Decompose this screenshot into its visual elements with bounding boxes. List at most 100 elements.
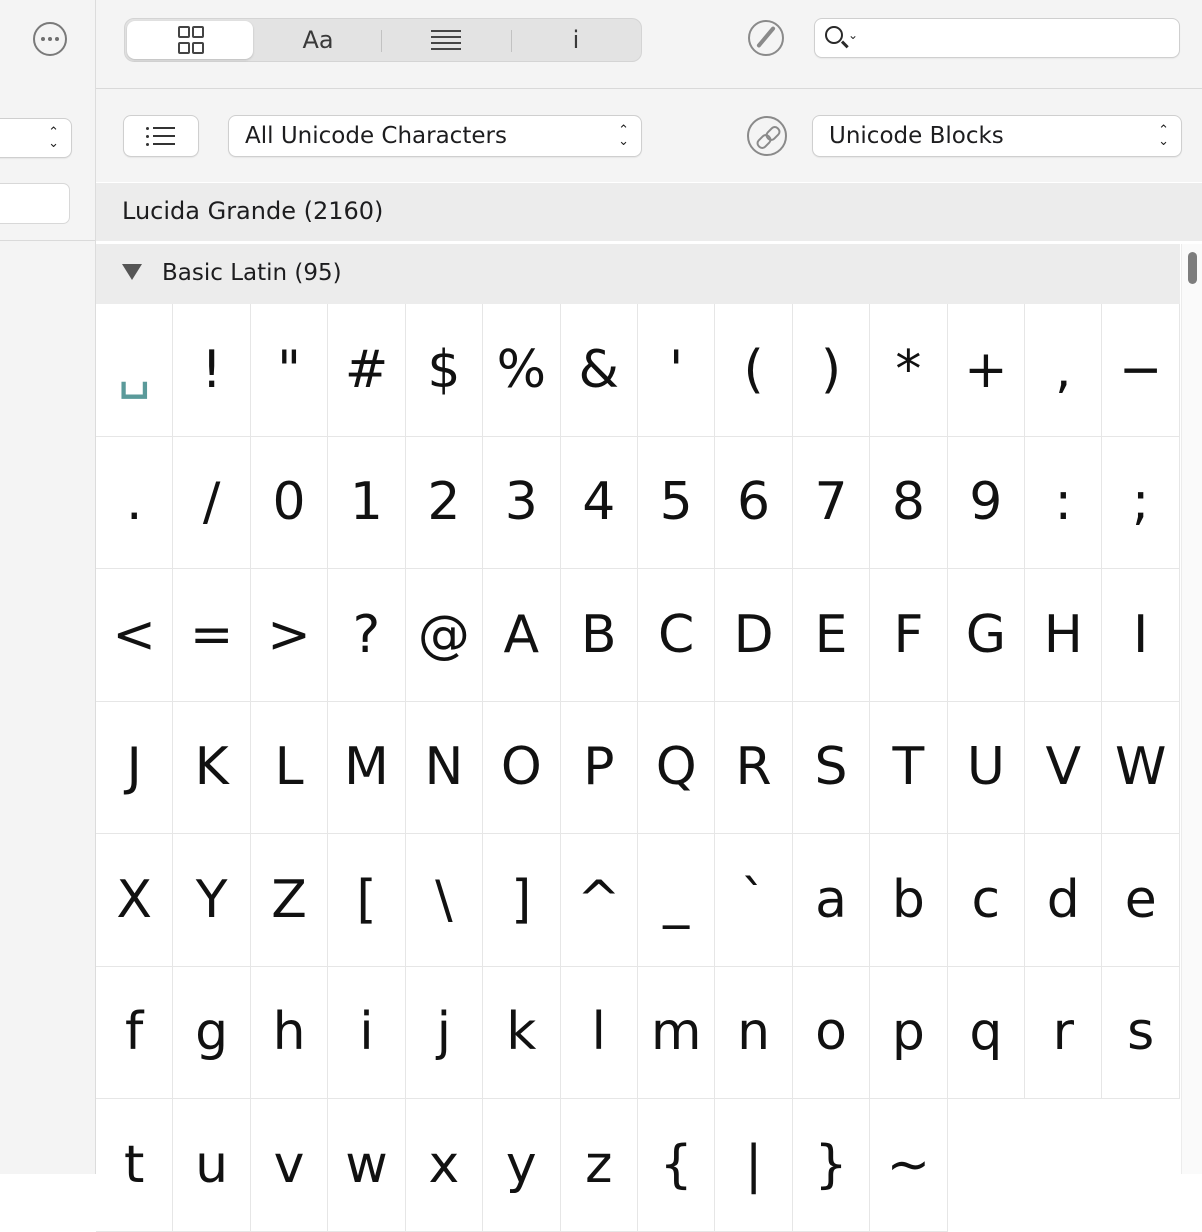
glyph-cell[interactable]: u: [173, 1099, 251, 1232]
glyph-cell[interactable]: 9: [947, 436, 1026, 569]
glyph-cell[interactable]: B: [560, 569, 638, 702]
glyph-cell[interactable]: ?: [328, 569, 406, 702]
glyph-cell[interactable]: ": [250, 304, 329, 437]
glyph-cell[interactable]: U: [947, 701, 1026, 834]
glyph-cell[interactable]: v: [250, 1099, 329, 1232]
glyph-cell[interactable]: 3: [483, 436, 561, 569]
glyph-cell[interactable]: q: [947, 966, 1026, 1099]
glyph-cell[interactable]: S: [792, 701, 871, 834]
glyph-cell[interactable]: ': [637, 304, 716, 437]
glyph-cell[interactable]: Y: [173, 834, 251, 967]
segment-info[interactable]: i: [513, 21, 639, 59]
glyph-cell[interactable]: @: [405, 569, 484, 702]
glyph-cell[interactable]: l: [560, 966, 638, 1099]
glyph-cell[interactable]: n: [715, 966, 793, 1099]
glyph-cell[interactable]: W: [1102, 701, 1180, 834]
glyph-cell[interactable]: j: [405, 966, 484, 1099]
glyph-cell[interactable]: h: [250, 966, 329, 1099]
glyph-cell[interactable]: 6: [715, 436, 793, 569]
glyph-cell[interactable]: a: [792, 834, 871, 967]
glyph-cell[interactable]: ␣: [96, 304, 174, 437]
vertical-scrollbar[interactable]: [1181, 244, 1202, 1174]
glyph-cell[interactable]: s: [1102, 966, 1180, 1099]
glyph-cell[interactable]: :: [1025, 436, 1103, 569]
glyph-cell[interactable]: ,: [1025, 304, 1103, 437]
glyph-cell[interactable]: >: [250, 569, 329, 702]
glyph-cell[interactable]: T: [870, 701, 948, 834]
glyph-cell[interactable]: 8: [870, 436, 948, 569]
glyph-cell[interactable]: t: [96, 1099, 174, 1232]
link-circle-icon[interactable]: [747, 116, 787, 156]
glyph-cell[interactable]: ~: [870, 1099, 948, 1232]
glyph-cell[interactable]: M: [328, 701, 406, 834]
sidebar-field[interactable]: [0, 183, 70, 224]
glyph-cell[interactable]: y: [483, 1099, 561, 1232]
glyph-cell[interactable]: O: [483, 701, 561, 834]
segment-lines[interactable]: [383, 21, 509, 59]
grouping-popup[interactable]: Unicode Blocks ⌃ ⌄: [812, 115, 1182, 157]
glyph-cell[interactable]: 7: [792, 436, 871, 569]
glyph-cell[interactable]: c: [947, 834, 1026, 967]
glyph-cell[interactable]: F: [870, 569, 948, 702]
glyph-cell[interactable]: w: [328, 1099, 406, 1232]
glyph-cell[interactable]: o: [792, 966, 871, 1099]
glyph-cell[interactable]: r: [1025, 966, 1103, 1099]
glyph-cell[interactable]: e: [1102, 834, 1180, 967]
glyph-cell[interactable]: R: [715, 701, 793, 834]
glyph-cell[interactable]: p: [870, 966, 948, 1099]
glyph-cell[interactable]: −: [1102, 304, 1180, 437]
glyph-cell[interactable]: }: [792, 1099, 871, 1232]
glyph-cell[interactable]: H: [1025, 569, 1103, 702]
glyph-cell[interactable]: 4: [560, 436, 638, 569]
glyph-cell[interactable]: `: [715, 834, 793, 967]
glyph-cell[interactable]: (: [715, 304, 793, 437]
glyph-cell[interactable]: *: [870, 304, 948, 437]
glyph-cell[interactable]: L: [250, 701, 329, 834]
glyph-cell[interactable]: D: [715, 569, 793, 702]
pen-circle-icon[interactable]: [748, 20, 784, 56]
glyph-cell[interactable]: /: [173, 436, 251, 569]
glyph-cell[interactable]: #: [328, 304, 406, 437]
glyph-cell[interactable]: d: [1025, 834, 1103, 967]
glyph-cell[interactable]: k: [483, 966, 561, 1099]
glyph-cell[interactable]: J: [96, 701, 174, 834]
glyph-cell[interactable]: |: [715, 1099, 793, 1232]
glyph-cell[interactable]: 0: [250, 436, 329, 569]
search-input[interactable]: [865, 25, 1169, 53]
glyph-cell[interactable]: {: [637, 1099, 716, 1232]
glyph-cell[interactable]: +: [947, 304, 1026, 437]
glyph-cell[interactable]: I: [1102, 569, 1180, 702]
glyph-cell[interactable]: b: [870, 834, 948, 967]
disclosure-triangle-icon[interactable]: [122, 264, 142, 280]
glyph-cell[interactable]: A: [483, 569, 561, 702]
glyph-cell[interactable]: C: [637, 569, 716, 702]
glyph-cell[interactable]: i: [328, 966, 406, 1099]
glyph-cell[interactable]: ): [792, 304, 871, 437]
glyph-cell[interactable]: x: [405, 1099, 484, 1232]
glyph-cell[interactable]: N: [405, 701, 484, 834]
glyph-cell[interactable]: \: [405, 834, 484, 967]
glyph-cell[interactable]: 5: [637, 436, 716, 569]
glyph-cell[interactable]: _: [637, 834, 716, 967]
glyph-cell[interactable]: P: [560, 701, 638, 834]
segment-grid-view[interactable]: [127, 21, 253, 59]
glyph-cell[interactable]: Z: [250, 834, 329, 967]
scrollbar-thumb[interactable]: [1188, 252, 1197, 284]
glyph-cell[interactable]: 1: [328, 436, 406, 569]
glyph-cell[interactable]: m: [637, 966, 716, 1099]
collection-popup[interactable]: All Unicode Characters ⌃ ⌄: [228, 115, 642, 157]
block-section-header[interactable]: Basic Latin (95): [96, 244, 1180, 304]
glyph-cell[interactable]: E: [792, 569, 871, 702]
glyph-cell[interactable]: 2: [405, 436, 484, 569]
glyph-cell[interactable]: V: [1025, 701, 1103, 834]
glyph-cell[interactable]: &: [560, 304, 638, 437]
glyph-cell[interactable]: =: [173, 569, 251, 702]
sidebar-popup[interactable]: ⌃ ⌄: [0, 118, 72, 158]
glyph-cell[interactable]: ;: [1102, 436, 1180, 569]
glyph-cell[interactable]: ]: [483, 834, 561, 967]
glyph-cell[interactable]: X: [96, 834, 174, 967]
glyph-cell[interactable]: G: [947, 569, 1026, 702]
list-view-button[interactable]: [123, 115, 199, 157]
glyph-cell[interactable]: [: [328, 834, 406, 967]
glyph-cell[interactable]: .: [96, 436, 174, 569]
